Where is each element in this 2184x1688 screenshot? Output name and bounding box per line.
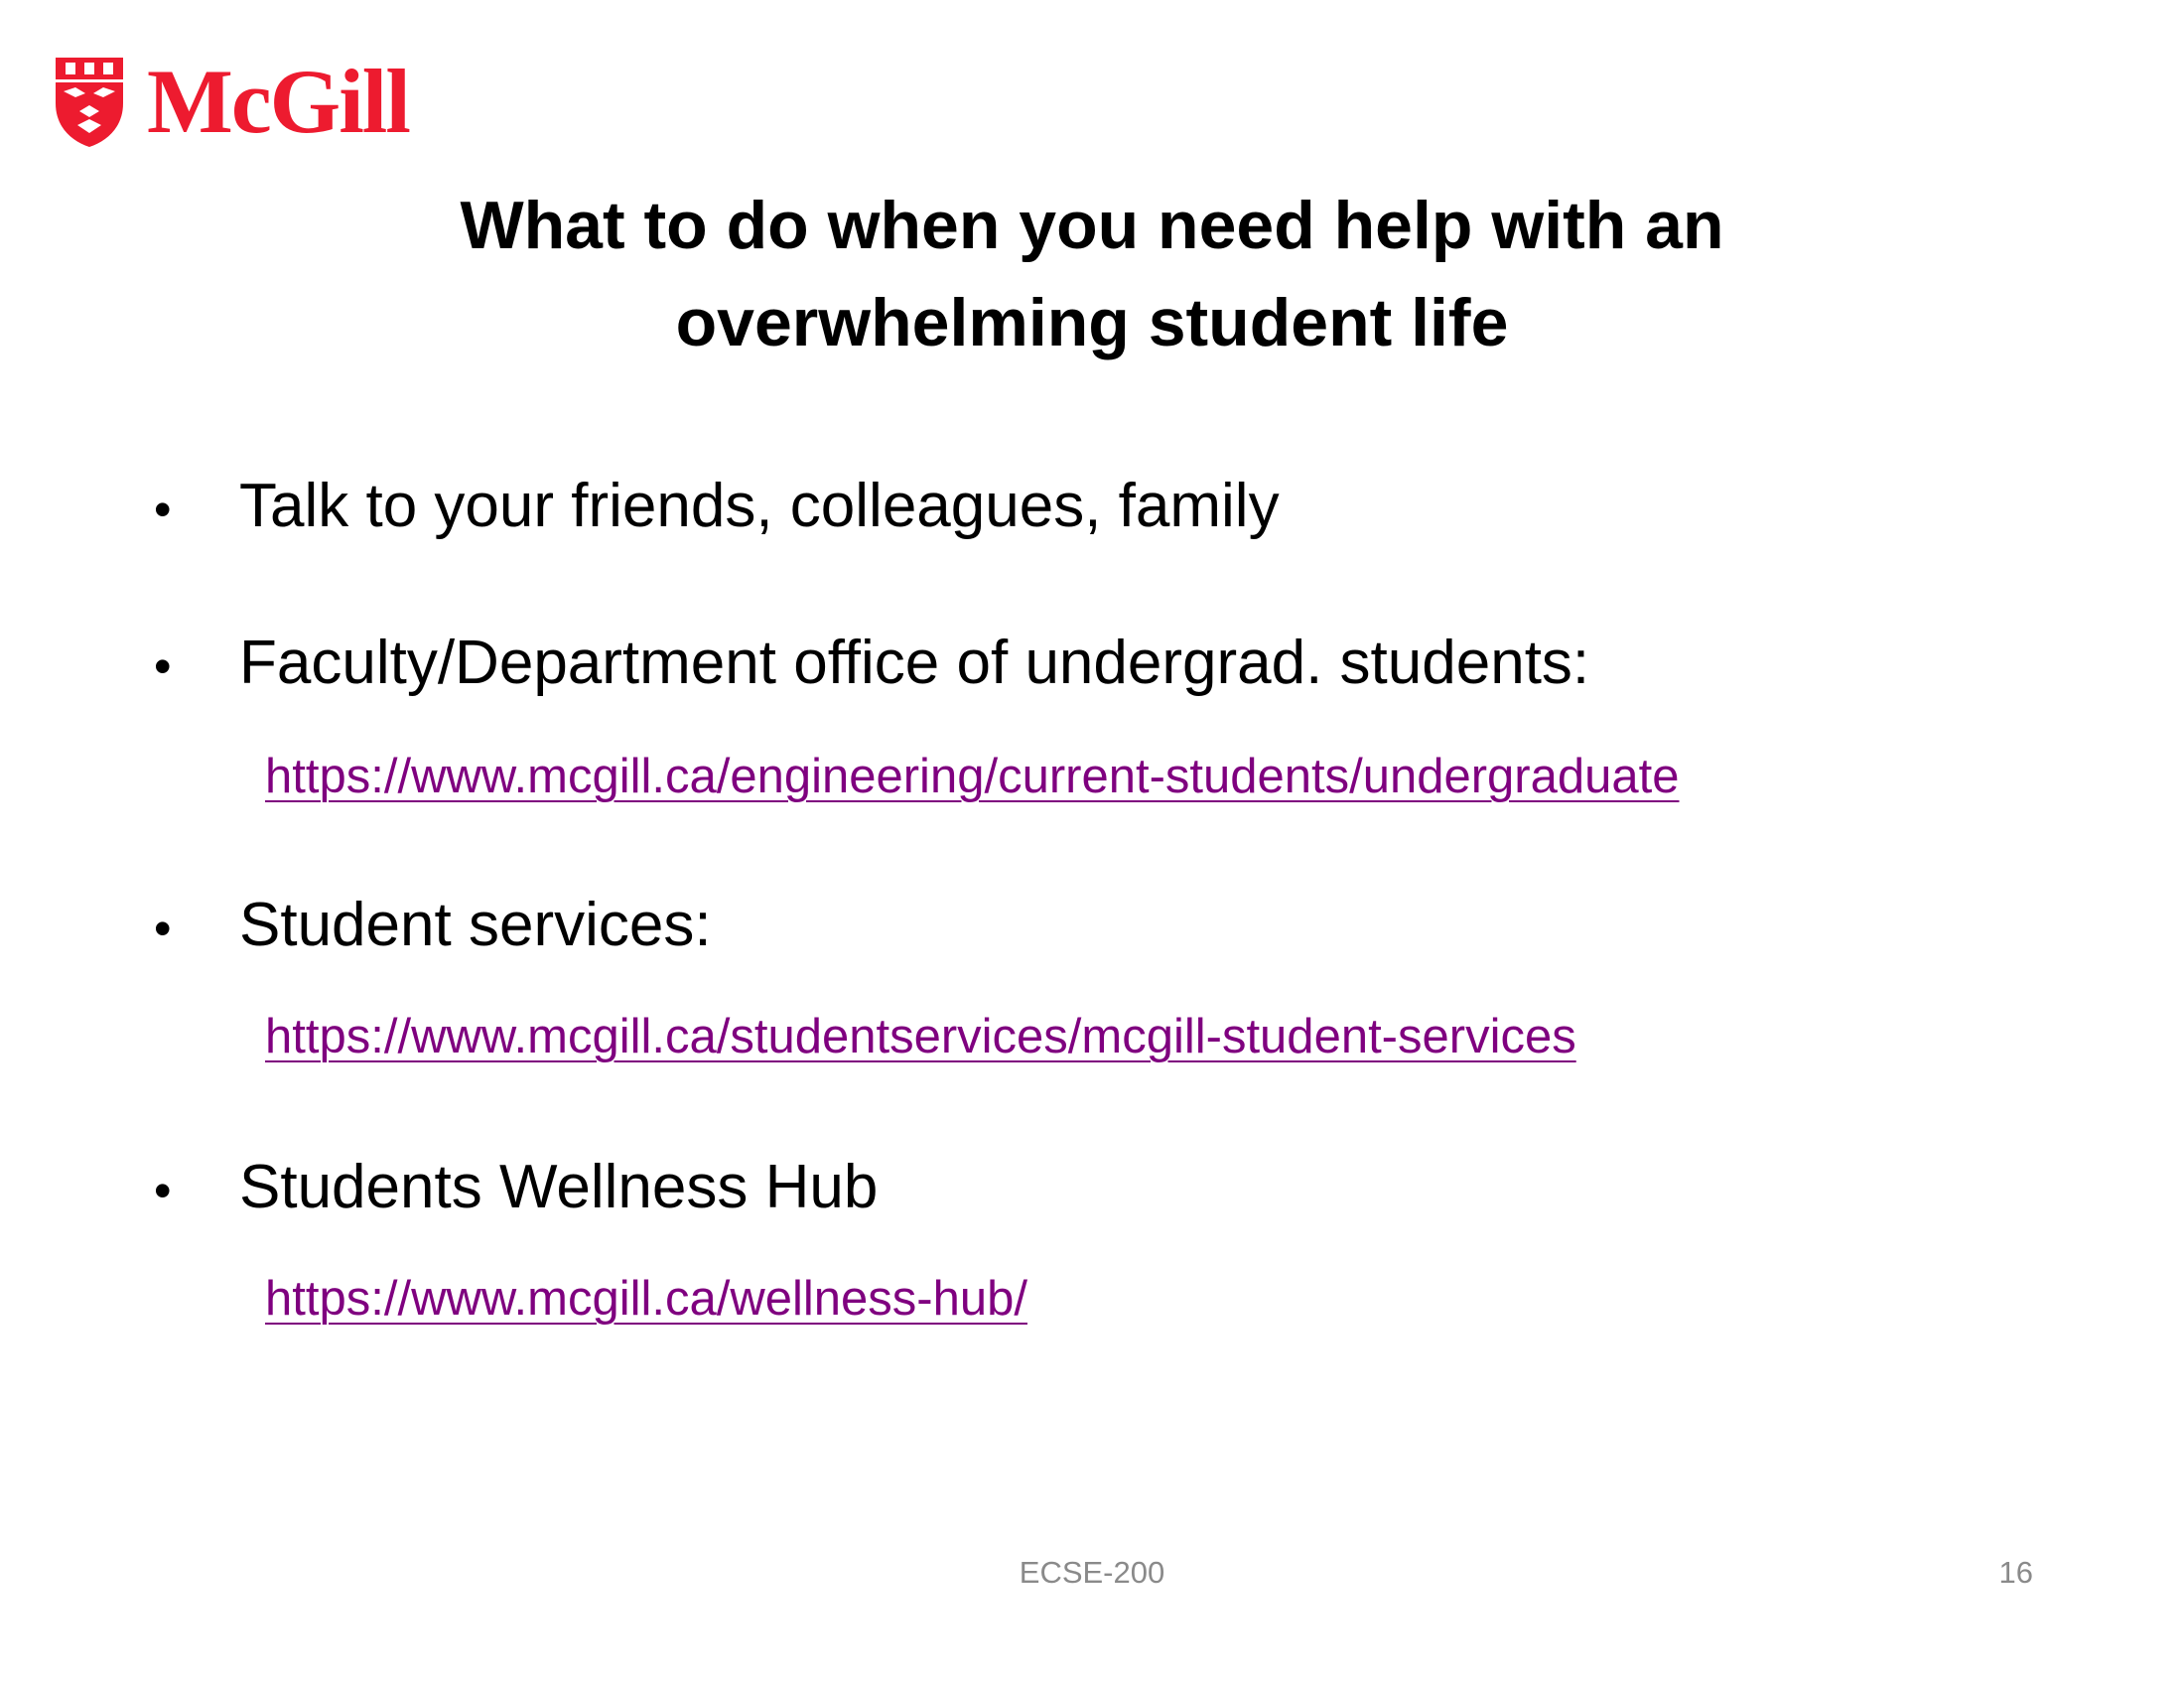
bullet-dot: • [154,901,172,956]
faculty-office-link[interactable]: https://www.mcgill.ca/engineering/curren… [265,749,1680,804]
slide-title-line-1: What to do when you need help with an [460,188,1724,263]
bullet-student-services: • Student services: [154,890,712,960]
bullet-text: Talk to your friends, colleagues, family [239,472,1280,540]
bullet-faculty-office: • Faculty/Department office of undergrad… [154,628,1589,698]
bullet-talk-to-friends: • Talk to your friends, colleagues, fami… [154,471,1280,541]
mcgill-shield-icon [56,58,123,147]
bullet-text: Student services: [239,891,712,959]
bullet-dot: • [154,1163,172,1218]
student-services-link[interactable]: https://www.mcgill.ca/studentservices/mc… [265,1009,1576,1064]
bullet-wellness-hub: • Students Wellness Hub [154,1152,878,1222]
wellness-hub-link[interactable]: https://www.mcgill.ca/wellness-hub/ [265,1271,1027,1327]
mcgill-logo: McGill [52,51,411,152]
footer-page-number: 16 [1998,1555,2033,1590]
slide-title: What to do when you need help with an ov… [0,177,2184,371]
slide-title-line-2: overwhelming student life [675,285,1509,360]
mcgill-wordmark: McGill [147,51,411,152]
footer-course-code: ECSE-200 [1019,1555,1165,1590]
bullet-text: Students Wellness Hub [239,1153,879,1221]
bullet-text: Faculty/Department office of undergrad. … [239,629,1590,697]
bullet-dot: • [154,482,172,537]
bullet-dot: • [154,638,172,694]
slide: McGill What to do when you need help wit… [0,0,2184,1688]
